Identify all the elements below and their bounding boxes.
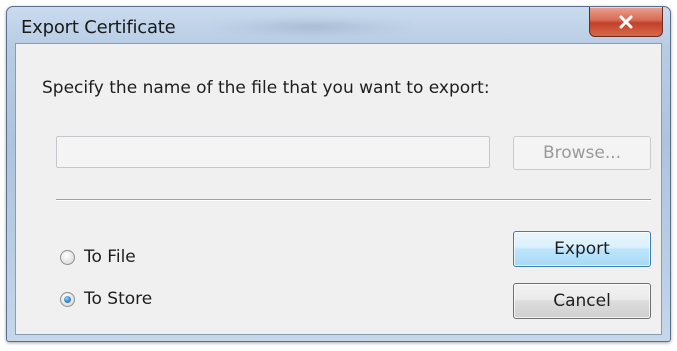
radio-to-file[interactable]: To File bbox=[60, 247, 136, 267]
dialog-title: Export Certificate bbox=[21, 17, 176, 38]
radio-to-store-circle[interactable] bbox=[60, 291, 75, 307]
radio-to-store[interactable]: To Store bbox=[60, 289, 152, 309]
close-x-icon bbox=[619, 15, 633, 28]
separator bbox=[56, 199, 651, 201]
browse-button[interactable]: Browse... bbox=[513, 136, 651, 170]
close-button[interactable] bbox=[589, 7, 663, 37]
radio-to-file-circle[interactable] bbox=[60, 249, 75, 265]
title-bar[interactable]: Export Certificate bbox=[7, 7, 670, 41]
background-window-title bbox=[212, 17, 412, 37]
radio-to-file-label: To File bbox=[84, 247, 136, 267]
file-name-input[interactable] bbox=[56, 136, 490, 168]
file-name-prompt: Specify the name of the file that you wa… bbox=[42, 78, 490, 98]
export-certificate-dialog: Export Certificate Specify the name of t… bbox=[6, 6, 671, 342]
export-button[interactable]: Export bbox=[513, 231, 651, 267]
radio-to-store-label: To Store bbox=[84, 289, 153, 309]
dialog-body: Specify the name of the file that you wa… bbox=[15, 43, 662, 335]
cancel-button[interactable]: Cancel bbox=[513, 283, 651, 319]
